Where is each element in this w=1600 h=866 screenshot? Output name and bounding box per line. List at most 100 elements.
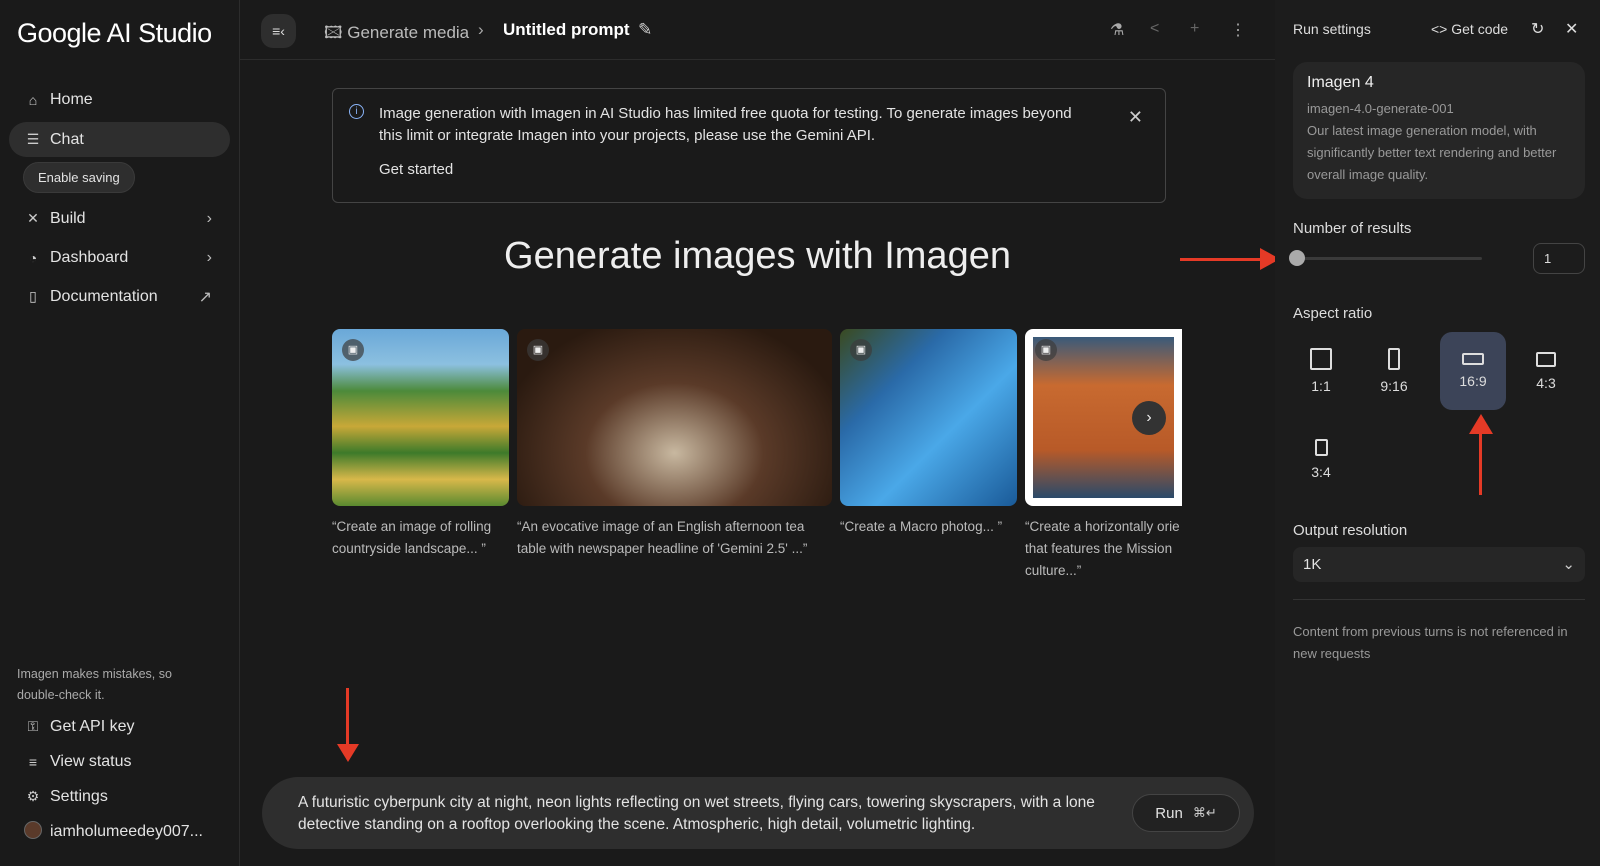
view-status[interactable]: ≡View status (9, 744, 230, 779)
banner-text: Image generation with Imagen in AI Studi… (379, 103, 1099, 147)
top-bar: ≡‹ 🖾 Generate media › Untitled prompt ✎ … (240, 0, 1275, 60)
image-icon: ▣ (1035, 339, 1057, 361)
home-icon: ⌂ (24, 92, 42, 108)
add-icon[interactable]: + (1190, 20, 1199, 38)
model-id: imagen-4.0-generate-001 (1307, 98, 1571, 120)
reset-icon[interactable]: ↻ (1531, 19, 1544, 39)
toggle-sidebar-button[interactable]: ≡‹ (261, 14, 296, 48)
example-image: ▣ (517, 329, 832, 506)
label: Build (50, 210, 86, 228)
footnote: Content from previous turns is not refer… (1293, 621, 1585, 665)
annotation-arrow (1479, 430, 1482, 495)
model-description: Our latest image generation model, with … (1307, 120, 1571, 186)
label: 3:4 (1311, 464, 1330, 480)
dashboard-icon: ◔ (24, 250, 42, 266)
aspect-4-3[interactable]: 4:3 (1513, 332, 1579, 410)
gear-icon: ⚙ (24, 788, 42, 805)
model-name: Imagen 4 (1307, 74, 1571, 92)
enable-saving-button[interactable]: Enable saving (23, 162, 135, 193)
aspect-16-9[interactable]: 16:9 (1440, 332, 1506, 410)
label: Chat (50, 131, 84, 149)
label: 16:9 (1459, 373, 1486, 389)
chevron-down-icon: ⌄ (1562, 555, 1575, 573)
image-icon: ▣ (342, 339, 364, 361)
run-label: Run (1155, 805, 1183, 822)
more-icon[interactable]: ⋮ (1230, 20, 1246, 40)
get-api-key[interactable]: ⚿Get API key (9, 709, 230, 744)
label: Dashboard (50, 249, 128, 267)
label: Get API key (50, 718, 134, 736)
caption: “Create a Macro photog... ” (840, 516, 1017, 538)
share-icon[interactable]: < (1150, 20, 1159, 38)
sidebar-item-chat[interactable]: ☰ Chat (9, 122, 230, 157)
label: Get code (1451, 21, 1508, 37)
caption: “Create a horizontally orie that feature… (1025, 516, 1182, 582)
heading: Generate images with Imagen (240, 235, 1275, 278)
prompt-input[interactable]: A futuristic cyberpunk city at night, ne… (262, 777, 1254, 849)
aspect-1-1[interactable]: 1:1 (1288, 332, 1354, 410)
resolution-select[interactable]: 1K ⌄ (1293, 547, 1585, 582)
avatar (24, 821, 42, 842)
label: 9:16 (1380, 378, 1407, 394)
aspect-9-16[interactable]: 9:16 (1361, 332, 1427, 410)
aspect-3-4[interactable]: 3:4 (1288, 420, 1354, 498)
image-icon: 🖾 (324, 23, 343, 42)
example-image: ▣ (332, 329, 509, 506)
portrait-icon (1388, 348, 1400, 370)
sidebar-item-build[interactable]: ✕Build› (9, 201, 230, 236)
page-title: Untitled prompt (503, 20, 630, 40)
label: 4:3 (1536, 375, 1555, 391)
label: Documentation (50, 288, 158, 306)
results-slider[interactable] (1297, 257, 1482, 260)
user-account[interactable]: iamholumeedey007... (9, 814, 230, 849)
image-icon: ▣ (527, 339, 549, 361)
sidebar-item-dashboard[interactable]: ◔ Dashboard › (9, 240, 230, 275)
square-icon (1310, 348, 1332, 370)
landscape-icon (1462, 353, 1484, 365)
chat-icon: ☰ (24, 131, 42, 148)
code-icon: <> (1431, 21, 1447, 37)
get-code-button[interactable]: <> Get code (1431, 21, 1508, 37)
caption: “An evocative image of an English aftern… (517, 516, 832, 560)
example-card[interactable]: ▣ “Create a Macro photog... ” (840, 329, 1017, 538)
external-link-icon: ↗ (199, 287, 212, 307)
sidebar-item-home[interactable]: ⌂Home (9, 82, 230, 117)
example-image: ▣ (840, 329, 1017, 506)
model-card[interactable]: Imagen 4 imagen-4.0-generate-001 Our lat… (1293, 62, 1585, 199)
edit-icon[interactable]: ✎ (638, 20, 652, 40)
shortcut: ⌘↵ (1193, 805, 1217, 821)
disclaimer: Imagen makes mistakes, so double-check i… (17, 664, 217, 706)
annotation-arrowhead (1469, 414, 1493, 434)
build-icon: ✕ (24, 210, 42, 227)
sidebar-item-documentation[interactable]: ▯Documentation↗ (9, 279, 230, 314)
label: 1:1 (1311, 378, 1330, 394)
run-button[interactable]: Run ⌘↵ (1132, 794, 1240, 832)
resolution-label: Output resolution (1293, 522, 1407, 539)
settings[interactable]: ⚙Settings (9, 779, 230, 814)
quota-banner: i Image generation with Imagen in AI Stu… (332, 88, 1166, 203)
annotation-arrowhead (337, 744, 359, 762)
close-icon[interactable]: ✕ (1128, 107, 1143, 128)
status-icon: ≡ (24, 754, 42, 770)
prompt-text[interactable]: A futuristic cyberpunk city at night, ne… (298, 792, 1108, 836)
panel-title: Run settings (1293, 21, 1371, 37)
chevron-right-icon: › (207, 249, 212, 267)
get-started-link[interactable]: Get started (379, 161, 453, 178)
incognito-icon[interactable]: ⚗ (1110, 20, 1124, 40)
next-button[interactable]: › (1132, 401, 1166, 435)
results-input[interactable]: 1 (1533, 243, 1585, 274)
value: 1K (1303, 556, 1321, 573)
annotation-arrow (1180, 258, 1260, 261)
slider-thumb[interactable] (1289, 250, 1305, 266)
example-card[interactable]: ▣ “Create an image of rolling countrysid… (332, 329, 509, 560)
aspect-label: Aspect ratio (1293, 305, 1372, 322)
example-card[interactable]: ▣ “An evocative image of an English afte… (517, 329, 832, 560)
close-icon[interactable]: ✕ (1565, 19, 1578, 39)
username: iamholumeedey007... (50, 823, 203, 841)
breadcrumb-generate-media[interactable]: 🖾 Generate media (324, 20, 469, 49)
annotation-arrow (346, 688, 349, 750)
caption: “Create an image of rolling countryside … (332, 516, 509, 560)
sidebar: Google AI Studio ⌂Home ☰Chat Enable savi… (0, 0, 240, 866)
image-icon: ▣ (850, 339, 872, 361)
example-card[interactable]: ▣ › “Create a horizontally orie that feat… (1025, 329, 1182, 582)
